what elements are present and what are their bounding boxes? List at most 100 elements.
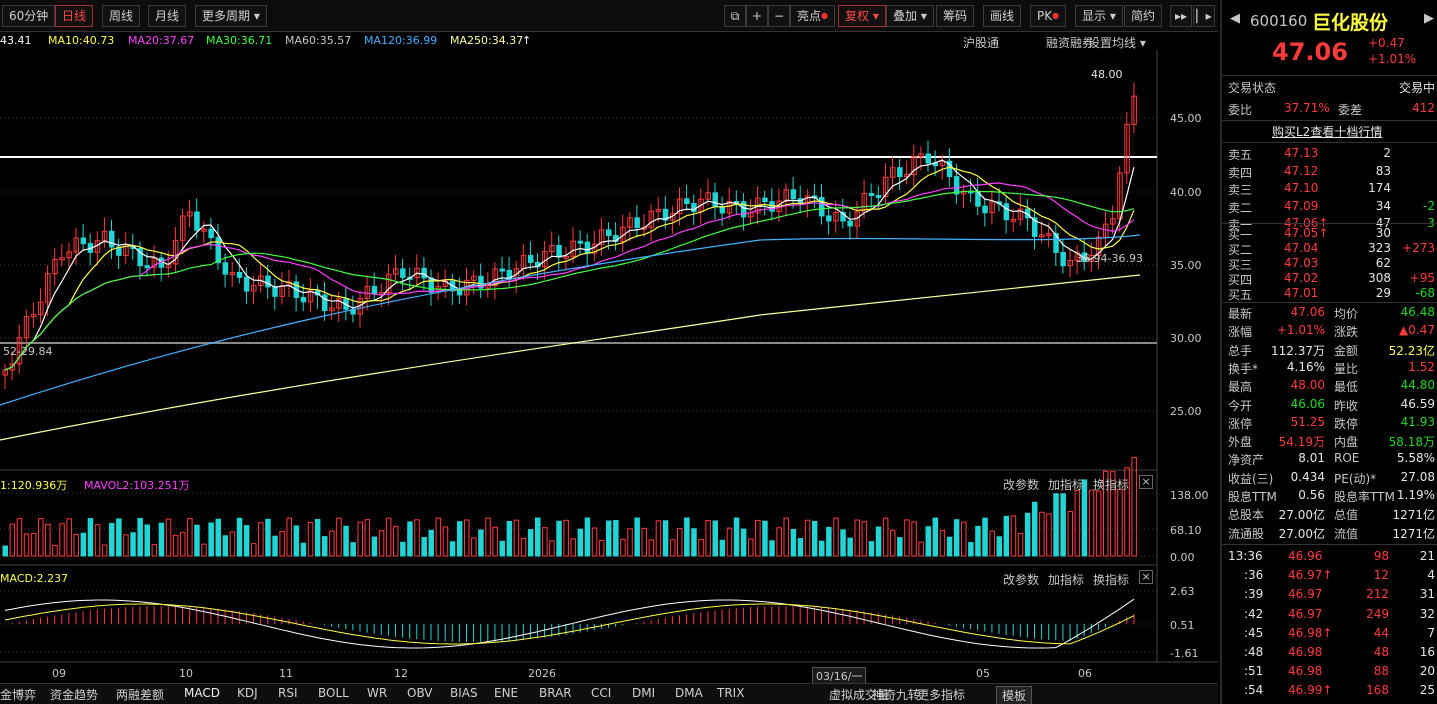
buy-row[interactable]: 买五 47.01 29 -68 [1222, 285, 1437, 303]
indicator-tab-8[interactable]: OBV [407, 686, 433, 700]
tick-time: 13:36 [1228, 549, 1263, 563]
volume-bar [918, 541, 924, 557]
indicator-tab-9[interactable]: BIAS [450, 686, 478, 700]
indicator-tab-18[interactable]: 更多指标 [917, 686, 965, 703]
sh-connect-link[interactable]: 沪股通 [963, 34, 999, 51]
chart-toolbar: 60分钟 日线 周线 月线 更多周期 ▾ ⧉ + − 亮点● 复权 ▾ 叠加 ▾… [0, 0, 1218, 32]
period-day-button[interactable]: 日线 [55, 5, 94, 27]
tick-volume: 12 [1373, 568, 1389, 583]
volume-bar [1053, 493, 1059, 557]
collapse-panel-icon[interactable]: ▏▸ [1193, 5, 1215, 27]
candle-body [371, 285, 378, 295]
indicator-tab-5[interactable]: RSI [278, 686, 298, 700]
buy-level-label: 买五 [1228, 288, 1253, 302]
volume-bar [996, 536, 1002, 557]
macd-switch-indicator-button[interactable]: 换指标 [1093, 571, 1129, 588]
macd-close-icon[interactable]: × [1139, 570, 1153, 584]
sell-row[interactable]: 卖五 47.13 2 [1222, 145, 1437, 163]
volume-label: 1:120.936万 [0, 479, 68, 492]
pk-button[interactable]: PK● [1030, 5, 1067, 27]
indicator-tab-7[interactable]: WR [367, 686, 387, 700]
ma5-value: 43.41 [0, 34, 32, 47]
sell-level-label: 卖二 [1228, 200, 1253, 215]
period-month-button[interactable]: 月线 [148, 5, 187, 27]
buy-change: +273 [1402, 241, 1435, 255]
macd-add-indicator-button[interactable]: 加指标 [1048, 571, 1084, 588]
indicator-tab-1[interactable]: 资金趋势 [50, 686, 98, 703]
period-60min-button[interactable]: 60分钟 [2, 5, 56, 27]
l2-upgrade-link[interactable]: 购买L2查看十档行情 [1272, 123, 1382, 140]
high-price-label: 48.00 [1091, 68, 1123, 81]
more-period-dropdown[interactable]: 更多周期 ▾ [195, 5, 267, 27]
buy-price: 47.05↑ [1284, 226, 1329, 240]
volume-bar [968, 542, 974, 557]
indicator-tab-17[interactable]: 神奇九转 [872, 686, 920, 703]
chips-button[interactable]: 筹码 [936, 5, 975, 27]
indicator-tab-15[interactable]: TRIX [717, 686, 744, 700]
zoom-in-button[interactable]: + [746, 5, 768, 27]
highlight-label: 亮点 [797, 9, 822, 23]
next-stock-icon[interactable]: ▶ [1424, 11, 1434, 26]
candle-body [819, 197, 825, 217]
highlight-button[interactable]: 亮点● [790, 5, 835, 27]
indicator-tab-11[interactable]: BRAR [539, 686, 572, 700]
indicator-tab-13[interactable]: DMI [632, 686, 655, 700]
price-tick-45: 45.00 [1170, 112, 1202, 125]
indicator-tab-0[interactable]: 金博弈 [0, 686, 36, 703]
draw-line-button[interactable]: 画线 [983, 5, 1022, 27]
volume-add-indicator-button[interactable]: 加指标 [1048, 476, 1084, 493]
volume-bar [811, 520, 818, 557]
indicator-tab-19[interactable]: 模板 [996, 686, 1033, 704]
candle-body [499, 268, 505, 272]
prev-stock-icon[interactable]: ◀ [1230, 11, 1240, 26]
volume-switch-indicator-button[interactable]: 换指标 [1093, 476, 1129, 493]
indicator-tab-6[interactable]: BOLL [318, 686, 349, 700]
simple-mode-button[interactable]: 简约 [1124, 5, 1163, 27]
tick-volume: 168 [1366, 683, 1389, 698]
stat-value: 46.48 [1400, 305, 1435, 319]
period-week-button[interactable]: 周线 [102, 5, 141, 27]
indicator-tab-3[interactable]: MACD [184, 686, 220, 700]
set-ma-dropdown[interactable]: 设置均线 ▾ [1088, 34, 1146, 51]
volume-bar [428, 529, 434, 557]
buy-change: -68 [1415, 286, 1435, 300]
macd-params-button[interactable]: 改参数 [1003, 571, 1039, 588]
volume-params-button[interactable]: 改参数 [1003, 476, 1039, 493]
buy-price: 47.03 [1284, 256, 1319, 270]
indicator-tab-12[interactable]: CCI [591, 686, 611, 700]
candle-body [556, 245, 562, 258]
buy-volume: 29 [1375, 286, 1391, 300]
volume-bar [421, 537, 427, 557]
tick-price: 46.99↑ [1288, 683, 1333, 698]
fast-forward-icon[interactable]: ▸▸ [1170, 5, 1192, 27]
buy-price: 47.01 [1284, 286, 1319, 300]
vol-tick-mid: 68.10 [1170, 524, 1202, 537]
overlay-dropdown[interactable]: 叠加 ▾ [886, 5, 934, 27]
candle-body [80, 237, 87, 245]
zoom-out-button[interactable]: − [768, 5, 790, 27]
x-tick-12: 12 [394, 667, 408, 680]
margin-link[interactable]: 融资融券 [1046, 34, 1094, 51]
volume-close-icon[interactable]: × [1139, 475, 1153, 489]
display-dropdown[interactable]: 显示 ▾ [1075, 5, 1123, 27]
candle-body [194, 211, 200, 231]
candle-body [428, 277, 434, 293]
kline-chart[interactable] [0, 50, 1218, 700]
volume-bar [357, 521, 363, 557]
indicator-tab-14[interactable]: DMA [675, 686, 703, 700]
volume-bar [989, 530, 995, 557]
indicator-tab-2[interactable]: 两融差额 [116, 686, 164, 703]
volume-bar [563, 519, 569, 557]
volume-bar [435, 517, 442, 557]
stat-value: 1.52 [1408, 359, 1435, 374]
lock-icon[interactable]: ⧉ [724, 5, 746, 27]
sell-row[interactable]: 卖三 47.10 174 [1222, 180, 1437, 198]
sell-row[interactable]: 卖二 47.09 34 -2 [1222, 198, 1437, 216]
stat-label: 涨跌 [1334, 325, 1359, 340]
sell-row[interactable]: 卖四 47.12 83 [1222, 163, 1437, 181]
indicator-tab-10[interactable]: ENE [494, 686, 518, 700]
restore-rights-dropdown[interactable]: 复权 ▾ [838, 5, 886, 27]
volume-bar [80, 532, 87, 557]
stat-value: 58.18万 [1388, 435, 1435, 450]
indicator-tab-4[interactable]: KDJ [237, 686, 258, 700]
